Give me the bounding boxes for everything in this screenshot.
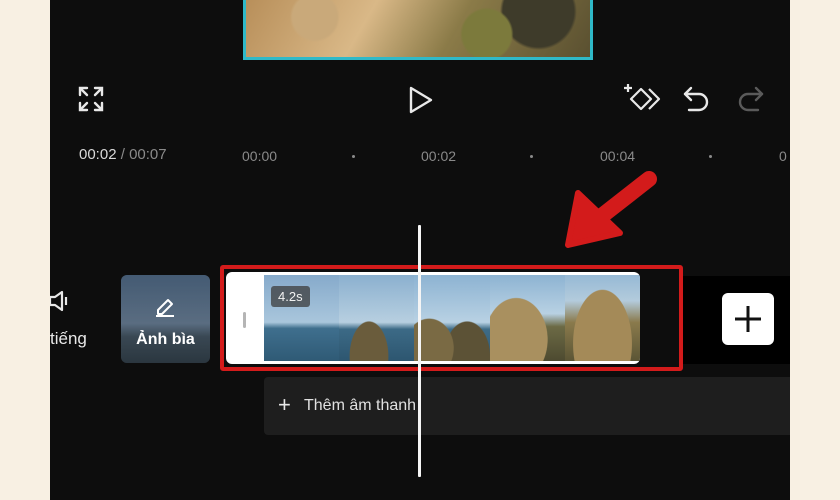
keyframe-add-icon[interactable] — [623, 82, 661, 116]
cover-shade — [121, 275, 210, 363]
play-icon[interactable] — [407, 85, 435, 115]
ruler-dot — [352, 155, 355, 158]
add-audio-button[interactable]: + Thêm âm thanh — [264, 377, 790, 435]
redo-icon — [736, 86, 764, 112]
ruler-mark: 00:00 — [242, 148, 278, 164]
speaker-icon[interactable] — [50, 289, 70, 313]
edit-icon — [154, 294, 176, 318]
fullscreen-icon[interactable] — [78, 86, 104, 112]
red-arrow-icon — [550, 165, 660, 260]
timecode: 00:02 / 00:07 — [79, 146, 167, 163]
editor-screen: 00:02 / 00:07 00:00 00:02 00:04 0 tiếng … — [50, 0, 790, 500]
ruler-mark: 00:04 — [600, 148, 636, 164]
video-preview[interactable] — [243, 0, 593, 60]
playhead[interactable] — [418, 225, 421, 477]
add-icon[interactable] — [722, 293, 774, 345]
cover-button[interactable]: Ảnh bìa — [121, 275, 210, 363]
ruler-dot — [530, 155, 533, 158]
undo-icon[interactable] — [683, 86, 711, 112]
ruler-dot — [709, 155, 712, 158]
ruler-mark: 00:02 — [421, 148, 457, 164]
current-time: 00:02 — [79, 146, 117, 163]
cover-label: Ảnh bìa — [136, 331, 195, 348]
ruler-mark: 0 — [779, 148, 787, 164]
mute-label[interactable]: tiếng — [50, 329, 87, 349]
add-audio-label: Thêm âm thanh — [304, 397, 417, 414]
clip-highlight-frame — [220, 265, 683, 371]
time-separator: / — [120, 146, 125, 163]
plus-icon: + — [278, 392, 291, 417]
total-time: 00:07 — [129, 146, 167, 163]
